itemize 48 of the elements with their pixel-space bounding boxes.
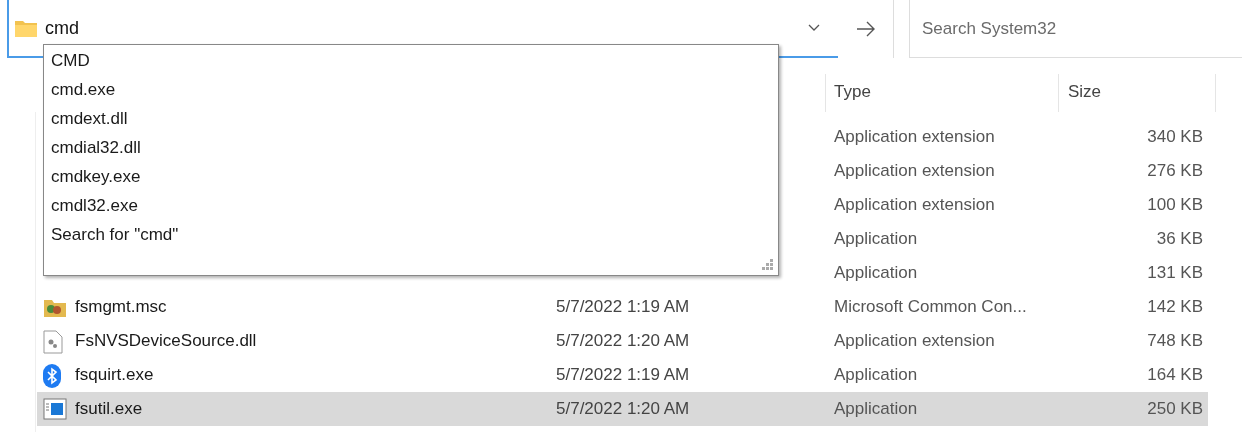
size-cell: 340 KB [1147,127,1203,147]
type-cell: Application extension [834,127,995,147]
resize-grip-icon[interactable] [760,257,774,271]
suggestion-item[interactable]: Search for "cmd" [44,220,179,249]
size-cell: 164 KB [1147,365,1203,385]
type-cell: Application [834,365,918,385]
column-header[interactable]: Type [834,82,871,102]
file-row[interactable]: fsmgmt.msc 5/7/2022 1:19 AM Microsoft Common Con... 142 KB [37,290,1208,324]
folder-icon [15,19,37,37]
size-cell: 131 KB [1147,263,1203,283]
suggestion-item[interactable]: cmdext.dll [44,104,128,133]
type-cell: Application extension [834,195,995,215]
date-cell: 5/7/2022 1:19 AM [556,365,690,385]
file-row[interactable]: FsNVSDeviceSource.dll 5/7/2022 1:20 AM Application extension 748 KB [37,324,1208,358]
type-cell: Application extension [834,331,995,351]
address-field[interactable]: cmd [45,17,808,39]
suggestion-item[interactable]: cmd.exe [44,75,116,104]
type-cell: Application [834,263,918,283]
size-cell: 100 KB [1147,195,1203,215]
bluetooth-icon [43,364,61,388]
date-cell: 5/7/2022 1:19 AM [556,297,690,317]
date-cell: 5/7/2022 1:20 AM [556,399,690,419]
application-icon [43,398,67,420]
search-field[interactable]: Search System32 [920,17,1224,40]
suggestion-item[interactable]: CMD [44,46,90,75]
size-cell: 36 KB [1156,229,1203,249]
arrow-right-icon [855,21,876,37]
type-cell: Application extension [834,161,995,181]
type-cell: Microsoft Common Con... [834,297,1027,317]
size-cell: 748 KB [1147,331,1203,351]
file-name: FsNVSDeviceSource.dll [75,331,257,351]
column-header[interactable]: Size [1068,82,1102,102]
size-cell: 276 KB [1147,161,1203,181]
date-cell: 5/7/2022 1:20 AM [556,331,690,351]
suggestion-item[interactable]: cmdl32.exe [44,191,138,220]
chevron-down-icon[interactable] [808,24,820,32]
file-name: fsutil.exe [75,399,143,419]
file-gear-icon [43,330,63,354]
suggestion-item[interactable]: cmdkey.exe [44,162,141,191]
file-row[interactable]: fsutil.exe 5/7/2022 1:20 AM Application 250 KB [37,392,1208,426]
file-name: fsmgmt.msc [75,297,167,317]
file-name: fsquirt.exe [75,365,154,385]
size-cell: 142 KB [1147,297,1203,317]
file-row[interactable]: fsquirt.exe 5/7/2022 1:19 AM Application 164 KB [37,358,1208,392]
suggestion-item[interactable]: cmdial32.dll [44,133,141,162]
type-cell: Application [834,399,918,419]
size-cell: 250 KB [1147,399,1203,419]
type-cell: Application [834,229,918,249]
